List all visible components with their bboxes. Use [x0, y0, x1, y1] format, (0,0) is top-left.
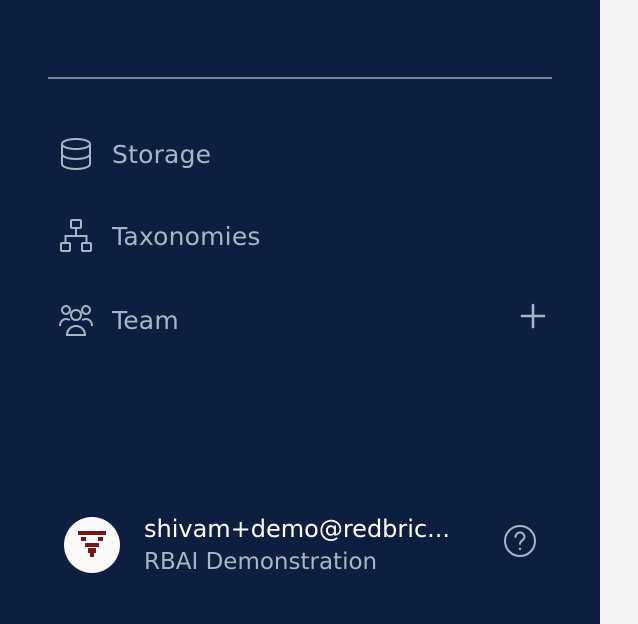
hierarchy-icon	[58, 218, 94, 254]
user-profile[interactable]: shivam+demo@redbric... RBAI Demonstratio…	[64, 511, 544, 577]
users-icon	[58, 302, 94, 338]
sidebar: Storage Taxonomies Team shivam+demo@redb…	[0, 0, 600, 624]
help-button[interactable]	[502, 525, 538, 561]
add-team-button[interactable]	[516, 301, 550, 335]
sidebar-item-label: Taxonomies	[112, 221, 261, 251]
user-organization: RBAI Demonstration	[144, 549, 378, 575]
sidebar-item-storage[interactable]: Storage	[58, 130, 553, 178]
sidebar-item-label: Team	[112, 305, 179, 335]
app-window: Storage Taxonomies Team shivam+demo@redb…	[0, 0, 638, 624]
main-content-edge	[600, 0, 638, 624]
logo-avatar-icon	[75, 526, 109, 564]
avatar[interactable]	[64, 517, 120, 573]
plus-icon	[519, 302, 547, 334]
sidebar-item-taxonomies[interactable]: Taxonomies	[58, 212, 553, 260]
user-email: shivam+demo@redbric...	[144, 515, 451, 543]
database-icon	[58, 136, 94, 172]
sidebar-divider	[48, 77, 552, 79]
question-circle-icon	[503, 524, 537, 562]
sidebar-item-label: Storage	[112, 139, 212, 169]
sidebar-item-team[interactable]: Team	[58, 296, 553, 344]
